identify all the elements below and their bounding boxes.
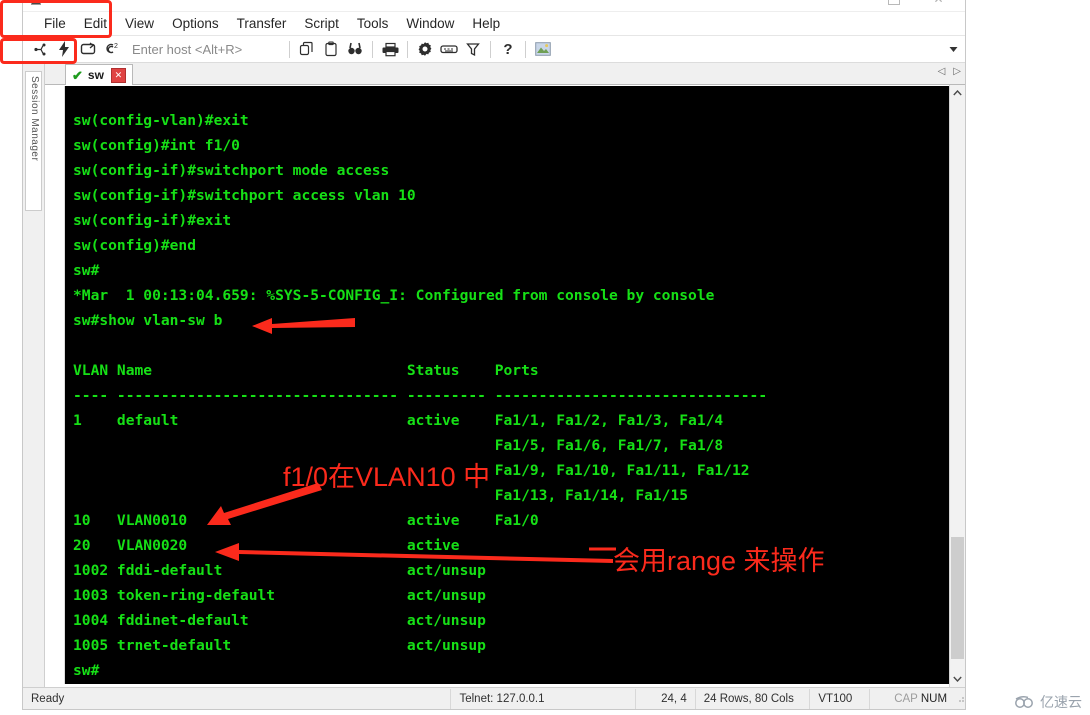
app-icon xyxy=(31,0,46,6)
menu-item-edit[interactable]: Edit xyxy=(75,14,116,33)
toolbar-overflow-button[interactable] xyxy=(947,43,959,55)
status-num-indicator: NUM xyxy=(920,692,948,705)
disconnect-icon[interactable]: 2 xyxy=(100,38,124,60)
toolbar-separator-2 xyxy=(372,40,373,58)
watermark: 亿速云 xyxy=(1014,692,1082,712)
filter-icon[interactable] xyxy=(461,38,485,60)
terminal-gutter xyxy=(45,86,65,684)
close-button[interactable]: ✕ xyxy=(916,0,961,8)
scroll-up-icon[interactable] xyxy=(950,85,965,101)
find-icon[interactable] xyxy=(343,38,367,60)
menu-item-tools[interactable]: Tools xyxy=(348,14,398,33)
tool-bar: 2 Enter host <Alt+R> ? xyxy=(23,36,965,63)
status-screen-size: 24 Rows, 80 Cols xyxy=(696,688,811,709)
terminal-output: sw(config-vlan)#exit sw(config)#int f1/0… xyxy=(73,112,768,679)
menu-item-help[interactable]: Help xyxy=(463,14,509,33)
session-manager-tab[interactable]: Session Manager xyxy=(25,71,42,211)
session-manager-rail[interactable]: Session Manager xyxy=(23,63,45,687)
watermark-text: 亿速云 xyxy=(1040,694,1082,710)
securecrt-window: sw ✕ File Edit View Options Transfer Scr… xyxy=(22,0,966,710)
window-title: sw xyxy=(51,0,64,5)
terminal-screen[interactable]: sw(config-vlan)#exit sw(config)#int f1/0… xyxy=(65,86,949,684)
tab-scroll-right-icon[interactable]: ▷ xyxy=(953,66,961,77)
tab-connected-icon: ✔ xyxy=(72,67,83,83)
scrollbar-thumb[interactable] xyxy=(951,537,964,659)
reconnect-icon[interactable] xyxy=(76,38,100,60)
tab-label: sw xyxy=(87,68,104,82)
screenshot-root: sw ✕ File Edit View Options Transfer Scr… xyxy=(0,0,1090,715)
copy-icon[interactable] xyxy=(295,38,319,60)
settings-icon[interactable] xyxy=(413,38,437,60)
tab-strip: ✔ sw ✕ ◁ ▷ xyxy=(45,63,965,85)
menu-item-file[interactable]: File xyxy=(35,14,75,33)
toolbar-separator-5 xyxy=(525,40,526,58)
resize-grip-icon[interactable] xyxy=(951,693,965,705)
status-indicators: CAP NUM xyxy=(886,689,951,709)
print-icon[interactable] xyxy=(378,38,402,60)
toolbar-separator-1 xyxy=(289,40,290,58)
status-emulation: VT100 xyxy=(810,688,871,709)
tab-scroll-left-icon[interactable]: ◁ xyxy=(938,66,946,77)
connect-icon[interactable] xyxy=(28,38,52,60)
svg-text:2: 2 xyxy=(114,43,118,50)
status-spacer xyxy=(870,689,886,709)
menu-item-script[interactable]: Script xyxy=(295,14,348,33)
status-bar: Ready Telnet: 127.0.0.1 24, 4 24 Rows, 8… xyxy=(23,687,965,709)
paste-icon[interactable] xyxy=(319,38,343,60)
image-icon[interactable] xyxy=(531,38,555,60)
menu-bar: File Edit View Options Transfer Script T… xyxy=(23,12,965,36)
quick-connect-icon[interactable] xyxy=(52,38,76,60)
cloud-icon xyxy=(1015,695,1033,708)
tab-sw[interactable]: ✔ sw ✕ xyxy=(65,64,133,85)
status-ready: Ready xyxy=(23,688,452,709)
toolbar-separator-4 xyxy=(490,40,491,58)
host-input[interactable]: Enter host <Alt+R> xyxy=(124,38,284,60)
terminal-area: sw(config-vlan)#exit sw(config)#int f1/0… xyxy=(45,85,965,687)
keymap-icon[interactable] xyxy=(437,38,461,60)
help-icon[interactable]: ? xyxy=(496,38,520,60)
status-connection: Telnet: 127.0.0.1 xyxy=(451,688,636,709)
scroll-down-icon[interactable] xyxy=(950,671,965,687)
terminal-scrollbar[interactable] xyxy=(949,85,965,687)
tab-scroll-controls: ◁ ▷ xyxy=(938,66,961,77)
status-cursor-position: 24, 4 xyxy=(636,688,696,709)
window-controls: ✕ xyxy=(826,0,961,8)
menu-item-view[interactable]: View xyxy=(116,14,163,33)
status-caps-indicator: CAP xyxy=(894,692,918,705)
menu-item-options[interactable]: Options xyxy=(163,14,228,33)
session-manager-label: Session Manager xyxy=(29,76,40,162)
menu-item-window[interactable]: Window xyxy=(397,14,463,33)
maximize-button[interactable] xyxy=(871,0,916,8)
minimize-button[interactable] xyxy=(826,0,871,8)
menu-item-transfer[interactable]: Transfer xyxy=(228,14,296,33)
title-bar: sw ✕ xyxy=(23,0,965,12)
tab-close-icon[interactable]: ✕ xyxy=(110,67,126,83)
toolbar-separator-3 xyxy=(407,40,408,58)
